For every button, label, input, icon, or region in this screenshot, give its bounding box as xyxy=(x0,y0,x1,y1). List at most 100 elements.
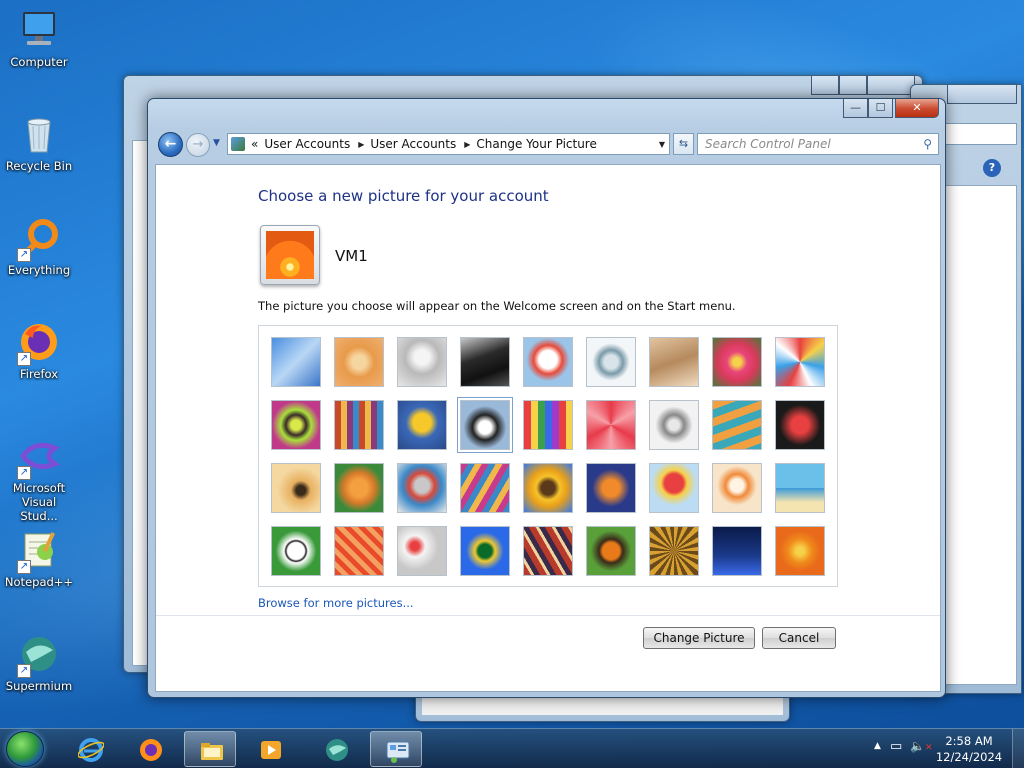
picture-guitar[interactable] xyxy=(271,463,321,513)
shortcut-arrow-icon: ↗ xyxy=(17,466,31,480)
picture-ball-spiral[interactable] xyxy=(271,400,321,450)
picture-orange-stairs[interactable] xyxy=(712,400,762,450)
picture-marbles[interactable] xyxy=(397,526,447,576)
desktop-icon-computer[interactable]: Computer xyxy=(4,8,74,69)
picture-yellow-leaf[interactable] xyxy=(397,400,447,450)
picture-orange-flower[interactable] xyxy=(775,526,825,576)
picture-doll[interactable] xyxy=(712,463,762,513)
taskbar-file-explorer[interactable] xyxy=(184,731,236,767)
picture-butterfly[interactable] xyxy=(586,526,636,576)
picture-gyroscope[interactable] xyxy=(586,337,636,387)
clock-date: 12/24/2024 xyxy=(935,750,1003,764)
picture-robot-toy[interactable] xyxy=(397,337,447,387)
breadcrumb-user-accounts[interactable]: User Accounts xyxy=(370,137,456,151)
picture-dog-border-collie[interactable] xyxy=(457,397,513,453)
picture-basket-weave[interactable] xyxy=(649,526,699,576)
desktop-icon-visual-studio[interactable]: ↗ Microsoft Visual Stud... xyxy=(4,434,74,523)
picture-turntable[interactable] xyxy=(460,337,510,387)
desktop-icon-recycle-bin[interactable]: Recycle Bin xyxy=(4,112,74,173)
system-tray: ▲ ▭ 🔈✕ 2:58 AM 12/24/2024 xyxy=(864,729,1024,768)
forward-button[interactable]: → xyxy=(186,133,210,157)
desktop-icon-label: Firefox xyxy=(19,367,59,381)
picture-lucky-cat[interactable] xyxy=(523,337,573,387)
supermium-icon xyxy=(324,737,348,761)
minimize-button[interactable]: — xyxy=(843,99,868,118)
shortcut-arrow-icon: ↗ xyxy=(17,248,31,262)
picture-roller-coaster[interactable] xyxy=(271,337,321,387)
breadcrumb-overflow[interactable]: « xyxy=(251,137,258,151)
start-button[interactable] xyxy=(6,731,44,767)
recent-pages-dropdown[interactable]: ▼ xyxy=(213,138,220,148)
show-desktop-button[interactable] xyxy=(1012,729,1024,768)
current-account-picture xyxy=(260,225,320,285)
breadcrumb-user-accounts-root[interactable]: User Accounts xyxy=(264,137,350,151)
taskbar: ▲ ▭ 🔈✕ 2:58 AM 12/24/2024 xyxy=(0,728,1024,768)
picture-flower-pink[interactable] xyxy=(712,337,762,387)
picture-tin-robot[interactable] xyxy=(397,463,447,513)
browse-more-pictures-link[interactable]: Browse for more pictures... xyxy=(258,596,414,610)
picture-green-window[interactable] xyxy=(460,526,510,576)
breadcrumb-separator-icon[interactable]: ▶ xyxy=(464,140,470,149)
page-title: Choose a new picture for your account xyxy=(258,187,549,205)
picture-crayons[interactable] xyxy=(523,400,573,450)
address-dropdown-icon[interactable]: ▼ xyxy=(659,140,665,149)
taskbar-internet-explorer[interactable] xyxy=(64,731,116,767)
breadcrumb-change-your-picture[interactable]: Change Your Picture xyxy=(476,137,596,151)
navigation-bar: ← → ▼ « User Accounts ▶ User Accounts ▶ … xyxy=(156,132,939,158)
picture-sunflower[interactable] xyxy=(523,463,573,513)
visual-studio-icon: ↗ xyxy=(17,434,61,480)
desktop-icon-label: Microsoft Visual Stud... xyxy=(12,481,66,523)
desktop-icon-label: Notepad++ xyxy=(4,575,74,589)
picture-lighthouse[interactable] xyxy=(712,526,762,576)
taskbar-supermium[interactable] xyxy=(310,731,362,767)
picture-hot-air-balloon[interactable] xyxy=(649,463,699,513)
change-picture-window[interactable]: — ☐ ✕ ← → ▼ « User Accounts ▶ User Accou… xyxy=(147,98,946,698)
picture-starfish[interactable] xyxy=(334,337,384,387)
maximize-button[interactable]: ☐ xyxy=(868,99,893,118)
internet-explorer-icon xyxy=(77,737,105,762)
divider xyxy=(156,615,940,616)
picture-kitten[interactable] xyxy=(649,337,699,387)
search-icon[interactable]: ⚲ xyxy=(923,134,932,154)
media-player-icon xyxy=(258,737,282,761)
picture-woven-rug[interactable] xyxy=(523,526,573,576)
address-bar[interactable]: « User Accounts ▶ User Accounts ▶ Change… xyxy=(227,133,670,155)
picture-red-star-leaf[interactable] xyxy=(586,400,636,450)
refresh-button[interactable]: ⇆ xyxy=(673,133,694,155)
taskbar-media-player[interactable] xyxy=(244,731,296,767)
supermium-icon: ↗ xyxy=(17,632,61,678)
desktop-icon-notepad-plus-plus[interactable]: ↗ Notepad++ xyxy=(4,528,74,589)
picture-sailboat[interactable] xyxy=(775,463,825,513)
desktop-icon-supermium[interactable]: ↗ Supermium xyxy=(4,632,74,693)
clock[interactable]: 2:58 AM 12/24/2024 xyxy=(934,733,1004,765)
help-icon[interactable]: ? xyxy=(983,159,1001,177)
breadcrumb-separator-icon[interactable]: ▶ xyxy=(358,140,364,149)
picture-pomeranian[interactable] xyxy=(334,463,384,513)
cancel-button[interactable]: Cancel xyxy=(762,627,836,649)
desktop-icon-firefox[interactable]: ↗ Firefox xyxy=(4,320,74,381)
back-button[interactable]: ← xyxy=(158,132,183,157)
picture-jacks[interactable] xyxy=(649,400,699,450)
clock-time: 2:58 AM xyxy=(945,734,993,748)
picture-paper-crane[interactable] xyxy=(775,400,825,450)
picture-pinwheel[interactable] xyxy=(775,337,825,387)
show-hidden-icons-icon[interactable]: ▲ xyxy=(874,741,881,751)
picture-soccer-ball[interactable] xyxy=(271,526,321,576)
picture-textile[interactable] xyxy=(334,526,384,576)
recycle-bin-icon xyxy=(17,112,61,156)
change-picture-button[interactable]: Change Picture xyxy=(643,627,755,649)
network-icon[interactable]: ▭ xyxy=(890,739,902,754)
control-panel-icon xyxy=(231,137,245,151)
desktop-icon-everything[interactable]: ↗ Everything xyxy=(4,216,74,277)
desktop-icon-label: Recycle Bin xyxy=(5,159,73,173)
search-input[interactable]: Search Control Panel ⚲ xyxy=(697,133,939,155)
folder-icon xyxy=(199,738,223,762)
volume-muted-icon[interactable]: 🔈✕ xyxy=(910,739,933,753)
taskbar-control-panel[interactable] xyxy=(370,731,422,767)
picture-scarves[interactable] xyxy=(460,463,510,513)
picture-fabric-stripes[interactable] xyxy=(334,400,384,450)
picture-fish[interactable] xyxy=(586,463,636,513)
taskbar-firefox[interactable] xyxy=(124,731,176,767)
close-button[interactable]: ✕ xyxy=(895,99,939,118)
content-pane: Choose a new picture for your account VM… xyxy=(155,164,941,692)
